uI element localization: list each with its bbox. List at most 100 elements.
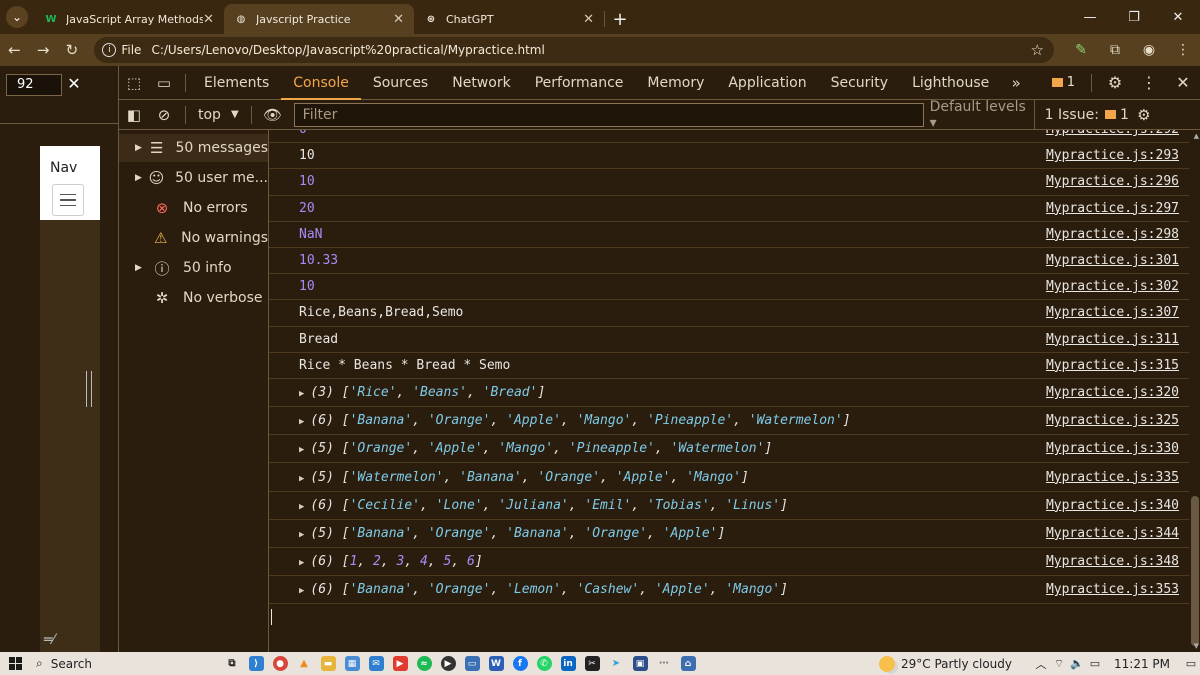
expand-arrow-icon[interactable]: ▶ [299,586,304,596]
browser-tab-javscript-practice[interactable]: ◍ Javscript Practice ✕ [224,4,414,34]
linkedin-icon[interactable]: in [556,654,580,674]
sidebar-item-errors[interactable]: ⊗ No errors [119,194,268,222]
close-devtools-icon[interactable]: ✕ [1166,73,1200,92]
wifi-icon[interactable]: ⌔ [1050,657,1068,671]
live-expression-eye-icon[interactable]: 👁 [258,106,288,124]
task-view-icon[interactable]: ⧉ [220,654,244,674]
reload-icon[interactable]: ↻ [58,41,87,59]
file-explorer-icon[interactable]: ▬ [316,654,340,674]
sidebar-item-messages[interactable]: ▶ ☰ 50 messages [119,134,268,162]
expand-arrow-icon[interactable]: ▶ [299,474,304,484]
console-array-row[interactable]: ▶ (5) ['Orange', 'Apple', 'Mango', 'Pinea… [269,435,1189,464]
source-link[interactable]: Mypractice.js:302 [1046,279,1179,294]
source-link[interactable]: Mypractice.js:307 [1046,305,1179,320]
tab-console[interactable]: Console [281,66,361,100]
info-icon[interactable]: i [102,43,117,57]
tab-lighthouse[interactable]: Lighthouse [900,66,1001,100]
expand-arrow-icon[interactable]: ▶ [299,558,304,568]
source-link[interactable]: Mypractice.js:297 [1046,201,1179,216]
source-link[interactable]: Mypractice.js:320 [1046,385,1179,400]
console-settings-gear-icon[interactable]: ⚙ [1129,106,1159,124]
more-vertical-icon[interactable]: ⋮ [1166,42,1200,58]
console-array-row[interactable]: ▶ (6) [1, 2, 3, 4, 5, 6] Mypractice.js:348 [269,548,1189,577]
minimize-icon[interactable]: — [1068,10,1112,25]
log-levels-dropdown[interactable]: Default levels ▾ [930,99,1034,131]
more-tabs-chevron-icon[interactable]: » [1001,74,1031,92]
console-array-row[interactable]: ▶ (5) ['Banana', 'Orange', 'Banana', 'Ora… [269,520,1189,548]
scroll-thumb[interactable] [1191,496,1199,646]
console-array-row[interactable]: ▶ (5) ['Watermelon', 'Banana', 'Orange', … [269,463,1189,492]
expand-arrow-icon[interactable]: ▶ [299,417,304,427]
more-vertical-icon[interactable]: ⋮ [1132,73,1166,92]
sidebar-item-verbose[interactable]: ✲ No verbose [119,284,268,312]
zoom-input[interactable]: 92 [6,74,62,96]
scroll-up-arrow-icon[interactable]: ▲ [1194,132,1199,140]
mail-icon[interactable]: ✉ [364,654,388,674]
tab-search-button[interactable]: ⌄ [0,0,34,34]
url-text[interactable]: C:/Users/Lenovo/Desktop/Javascript%20pra… [151,43,544,57]
media-player-icon[interactable]: ▶ [436,654,460,674]
hamburger-menu-button[interactable] [52,184,84,216]
screen-icon[interactable]: ▭ [460,654,484,674]
puzzle-icon[interactable]: ⧉ [1098,42,1132,58]
scroll-down-arrow-icon[interactable]: ▼ [1194,642,1199,650]
panel-splitter-handle[interactable] [86,371,92,407]
source-link[interactable]: Mypractice.js:293 [1046,148,1179,163]
source-link[interactable]: Mypractice.js:348 [1046,554,1179,569]
forward-arrow-icon[interactable]: → [29,41,58,59]
close-icon[interactable]: ✕ [64,74,84,93]
profile-avatar-icon[interactable]: ◉ [1132,42,1166,58]
console-array-row[interactable]: ▶ (3) ['Rice', 'Beans', 'Bread'] Mypractic… [269,379,1189,408]
windows-start-icon[interactable] [0,657,30,670]
settings-gear-icon[interactable]: ⚙ [1098,73,1132,92]
clear-console-icon[interactable]: ⊘ [149,106,179,124]
extension-leaf-icon[interactable]: ✎ [1064,42,1098,58]
notification-icon[interactable]: ▭ [1182,657,1200,670]
youtube-icon[interactable]: ▶ [388,654,412,674]
context-selector[interactable]: top ▼ [192,107,245,123]
console-array-row[interactable]: ▶ (6) ['Cecilie', 'Lone', 'Juliana', 'Emi… [269,492,1189,520]
chevron-up-icon[interactable]: ︿ [1032,656,1050,672]
spotify-icon[interactable]: ≈ [412,654,436,674]
source-link[interactable]: Mypractice.js:344 [1046,526,1179,541]
expand-arrow-icon[interactable]: ▶ [299,502,304,512]
issue-count-button[interactable]: 1 Issue: 1 [1033,99,1129,130]
source-link[interactable]: Mypractice.js:335 [1046,470,1179,485]
tab-performance[interactable]: Performance [523,66,636,100]
resize-grip-icon[interactable]: ═⁄ [44,632,55,648]
capcut-icon[interactable]: ✂ [580,654,604,674]
star-icon[interactable]: ☆ [1031,41,1044,59]
expand-arrow-icon[interactable]: ▶ [299,445,304,455]
app-icon[interactable]: ▣ [628,654,652,674]
telegram-icon[interactable]: ➤ [604,654,628,674]
close-icon[interactable]: ✕ [393,12,404,27]
vscode-icon[interactable]: ⟩ [244,654,268,674]
browser-tab-array-methods[interactable]: W JavaScript Array Methods ✕ [34,4,224,34]
source-link[interactable]: Mypractice.js:292 [1046,130,1179,137]
word-icon[interactable]: W [484,654,508,674]
source-link[interactable]: Mypractice.js:330 [1046,441,1179,456]
source-link[interactable]: Mypractice.js:340 [1046,498,1179,513]
close-icon[interactable]: ✕ [203,12,214,27]
whatsapp-icon[interactable]: ✆ [532,654,556,674]
source-link[interactable]: Mypractice.js:315 [1046,358,1179,373]
inspect-element-icon[interactable]: ⬚ [119,74,149,92]
issues-badge[interactable]: 1 [1051,75,1075,90]
console-scrollbar[interactable]: ▲ ▼ [1189,130,1200,652]
vlc-icon[interactable]: ▲ [292,654,316,674]
console-array-row[interactable]: ▶ (6) ['Banana', 'Orange', 'Apple', 'Mang… [269,407,1189,436]
sidebar-item-info[interactable]: ▶ ⓘ 50 info [119,254,268,282]
console-array-row[interactable]: ▶ (6) ['Banana', 'Orange', 'Lemon', 'Cash… [269,576,1189,605]
expand-arrow-icon[interactable]: ▶ [299,530,304,540]
close-window-icon[interactable]: ✕ [1156,10,1200,25]
sidebar-item-user-messages[interactable]: ▶ ☺ 50 user me... [119,164,268,192]
omnibox[interactable]: i File C:/Users/Lenovo/Desktop/Javascrip… [94,37,1054,63]
tab-network[interactable]: Network [440,66,522,100]
source-link[interactable]: Mypractice.js:301 [1046,253,1179,268]
network-app-icon[interactable]: ⌂ [676,654,700,674]
volume-icon[interactable]: 🔈 [1068,657,1086,670]
tab-elements[interactable]: Elements [192,66,281,100]
sidebar-item-warnings[interactable]: ⚠ No warnings [119,224,268,252]
taskbar-search[interactable]: ⌕ Search [30,656,220,671]
new-tab-button[interactable]: + [605,4,635,34]
